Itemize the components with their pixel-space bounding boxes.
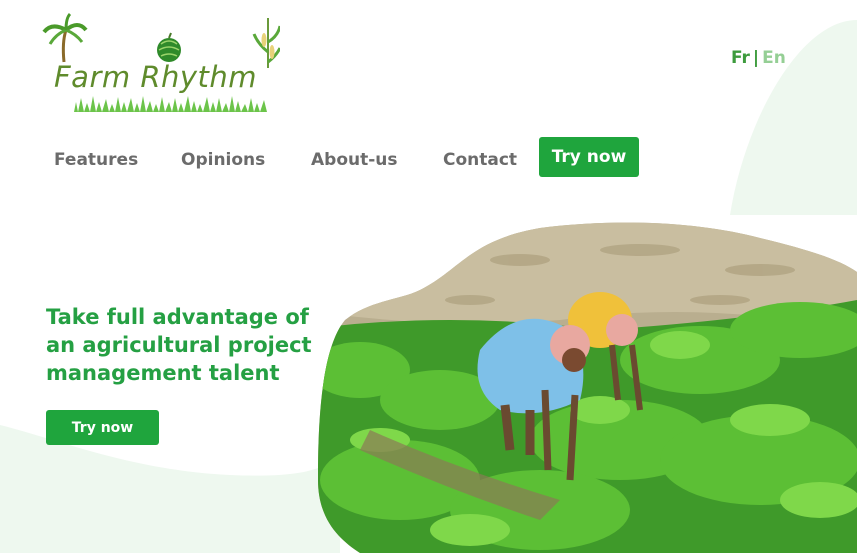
hero-title: Take full advantage of an agricultural p… (46, 303, 326, 387)
hero-title-line: an agricultural project (46, 333, 312, 357)
hero-title-line: management talent (46, 361, 280, 385)
hero-title-line: Take full advantage of (46, 305, 309, 329)
hero-photo (318, 222, 857, 553)
hero-try-now-button[interactable]: Try now (46, 410, 159, 445)
